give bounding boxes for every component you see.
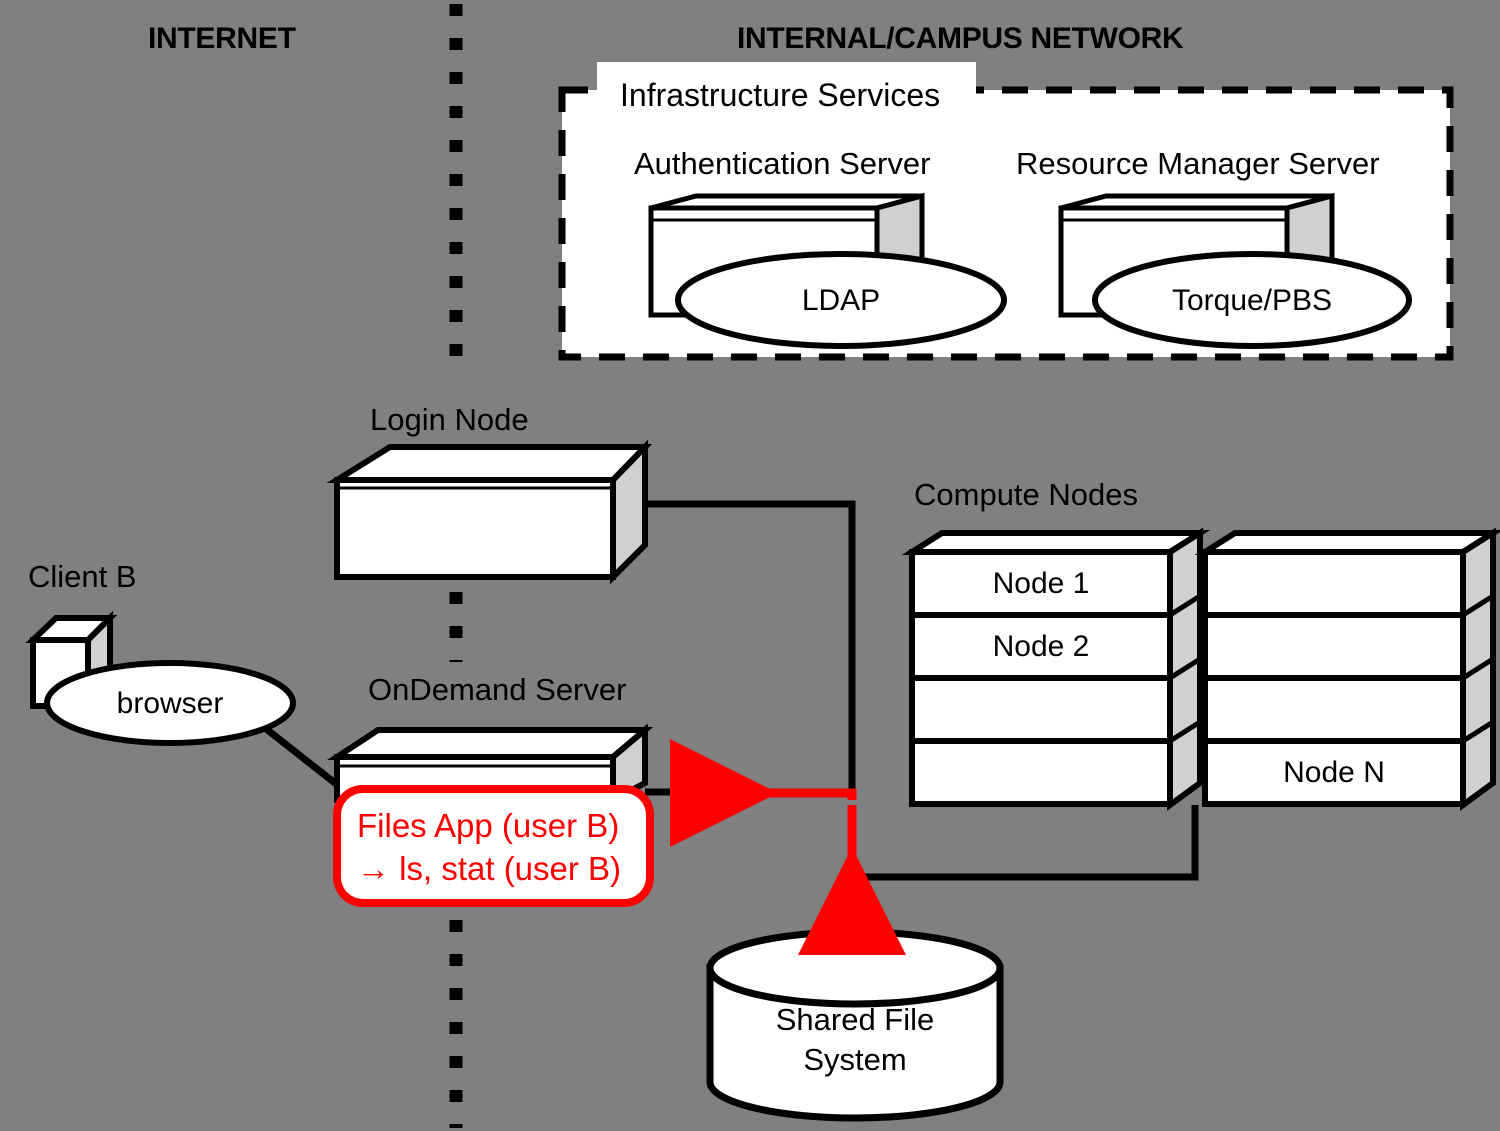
infrastructure-services-label: Infrastructure Services <box>620 77 941 113</box>
compute-node-slot-1: Node 1 <box>992 567 1090 600</box>
resource-manager-server-label: Resource Manager Server <box>1016 146 1380 181</box>
shared-file-system-label-line-2: System <box>803 1042 907 1077</box>
torque-pbs-service-label: Torque/PBS <box>1171 284 1333 317</box>
compute-node-slot-2: Node 2 <box>992 630 1090 663</box>
files-app-callout-line-2: → ls, stat (user B) <box>357 850 622 887</box>
files-app-callout-line-1: Files App (user B) <box>357 807 620 844</box>
client-b-label: Client B <box>28 559 137 594</box>
login-ondemand-connector <box>645 500 856 796</box>
browser-label: browser <box>116 687 224 720</box>
login-node-label: Login Node <box>370 402 529 437</box>
login-node-box <box>326 439 653 585</box>
zone-title-internal-network: INTERNAL/CAMPUS NETWORK <box>737 22 1184 55</box>
browser-ondemand-link <box>262 725 343 790</box>
compute-nodes-label: Compute Nodes <box>914 477 1139 512</box>
shared-file-system-label-line-1: Shared File <box>775 1002 935 1037</box>
authentication-server-label: Authentication Server <box>634 146 931 181</box>
ondemand-server-label: OnDemand Server <box>368 672 627 707</box>
zone-title-internet: INTERNET <box>148 22 296 55</box>
ldap-service-label: LDAP <box>801 284 881 317</box>
compute-node-slot-n: Node N <box>1283 756 1385 789</box>
diagram-canvas: INTERNET INTERNAL/CAMPUS NETWORK Infrast… <box>0 0 1500 1131</box>
